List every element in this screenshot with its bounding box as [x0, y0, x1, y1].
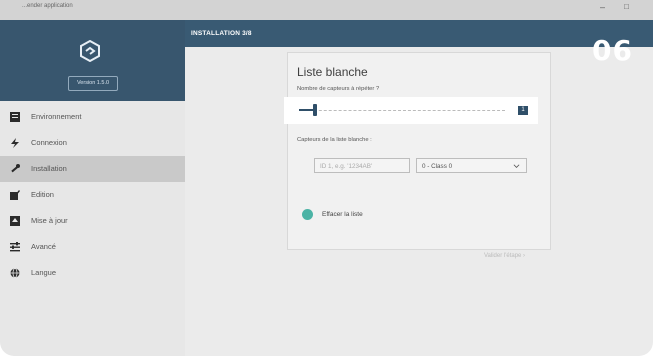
slider-value: 1	[518, 106, 528, 115]
minimize-icon[interactable]: –	[600, 2, 605, 12]
window-title: ...ender application	[22, 3, 73, 9]
slider-thumb[interactable]	[313, 104, 317, 116]
step-number-badge: 06	[592, 34, 633, 67]
sidebar-nav: Environnement Connexion Installation Edi…	[0, 104, 185, 286]
step-header: INSTALLATION 3/8	[185, 20, 653, 47]
environment-icon	[10, 112, 20, 122]
chevron-down-icon	[513, 164, 520, 168]
sidebar-item-label: Installation	[31, 164, 67, 173]
sidebar-item-langue[interactable]: Langue	[0, 260, 185, 286]
app-window: ...ender application – □ Version 1.5.0 E…	[0, 0, 653, 356]
class-select-value: 0 - Class 0	[422, 163, 453, 170]
sensors-label: Capteurs de la liste blanche :	[297, 137, 372, 143]
sidebar-item-label: Avancé	[31, 242, 56, 251]
sidebar-item-label: Mise à jour	[31, 216, 68, 225]
sidebar-item-mise-a-jour[interactable]: Mise à jour	[0, 208, 185, 234]
whitelist-card: Liste blanche Nombre de capteurs à répét…	[284, 52, 551, 259]
brand-panel: Version 1.5.0	[0, 20, 185, 101]
repeat-count-slider[interactable]: 1	[284, 97, 538, 124]
wrench-icon	[11, 164, 20, 173]
sidebar: Version 1.5.0 Environnement Connexion In…	[0, 20, 185, 356]
sidebar-item-connexion[interactable]: Connexion	[0, 130, 185, 156]
sidebar-item-label: Langue	[31, 268, 57, 277]
repeat-count-label: Nombre de capteurs à répéter ?	[297, 86, 380, 92]
main-panel: INSTALLATION 3/8 Liste blanche Nombre de…	[185, 20, 653, 356]
version-badge: Version 1.5.0	[68, 76, 118, 91]
validate-step-button[interactable]: Valider l'étape ›	[484, 253, 525, 259]
clear-list-label: Effacer la liste	[322, 211, 363, 218]
sidebar-item-label: Connexion	[31, 138, 67, 147]
step-indicator: INSTALLATION 3/8	[191, 30, 252, 37]
sensor-class-select[interactable]: 0 - Class 0	[416, 158, 527, 173]
sidebar-item-edition[interactable]: Edition	[0, 182, 185, 208]
logo-icon	[80, 40, 100, 62]
edit-icon	[10, 190, 20, 200]
sidebar-item-avance[interactable]: Avancé	[0, 234, 185, 260]
slider-track[interactable]	[299, 110, 505, 111]
sidebar-item-label: Environnement	[31, 112, 82, 121]
clear-icon	[302, 209, 313, 220]
update-icon	[10, 216, 20, 226]
maximize-icon[interactable]: □	[624, 2, 629, 11]
title-bar: ...ender application – □	[0, 0, 653, 20]
sliders-icon	[10, 242, 20, 252]
sensor-id-input[interactable]: ID 1, e.g. '1234AB'	[314, 158, 410, 173]
sidebar-item-label: Edition	[31, 190, 54, 199]
globe-icon	[10, 268, 20, 278]
lightning-icon	[11, 138, 19, 148]
sidebar-item-installation[interactable]: Installation	[0, 156, 185, 182]
card-title: Liste blanche	[297, 65, 368, 79]
sidebar-item-environnement[interactable]: Environnement	[0, 104, 185, 130]
